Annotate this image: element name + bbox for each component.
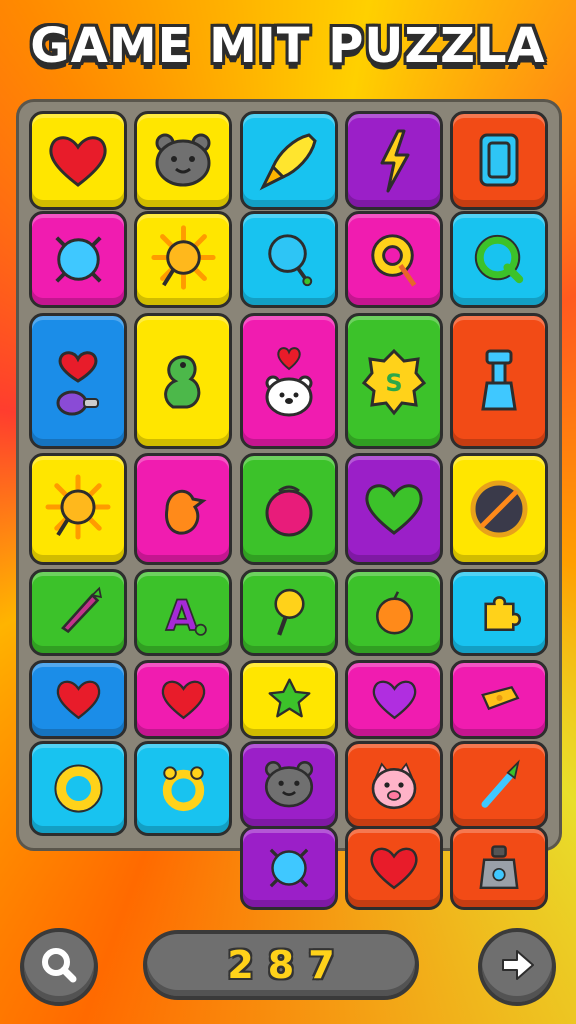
puzzle-tile[interactable]: [450, 313, 548, 449]
ring-icon: [40, 750, 117, 827]
dinosaur-icon: [143, 341, 223, 421]
weight-icon: [466, 835, 532, 901]
puzzle-tile[interactable]: [134, 660, 232, 739]
puzzle-tile[interactable]: [240, 313, 338, 449]
puzzle-tile[interactable]: [345, 660, 443, 739]
game-title: GAME MIT PUZZLA: [30, 18, 546, 74]
heart-icon: [364, 669, 425, 730]
puzzle-tile[interactable]: [450, 660, 548, 739]
orange-fruit-icon: [360, 578, 429, 647]
cheese-icon: [469, 669, 530, 730]
puzzle-tile[interactable]: [29, 569, 127, 656]
puzzle-tile[interactable]: [240, 111, 338, 210]
letter-q-icon: [460, 220, 539, 299]
heart-bear-icon: [249, 341, 329, 421]
puzzle-tile[interactable]: [29, 313, 127, 449]
puzzle-tile[interactable]: [29, 111, 127, 210]
bear-face-icon: [254, 750, 324, 820]
card-icon: [459, 121, 539, 201]
puzzle-tile[interactable]: [345, 111, 443, 210]
puzzle-tile[interactable]: [134, 741, 232, 836]
sun-icon: [38, 469, 118, 549]
puzzle-tile[interactable]: [450, 569, 548, 656]
lightning-icon: [354, 121, 434, 201]
duck-icon: [143, 469, 223, 549]
puzzle-tile[interactable]: [345, 569, 443, 656]
puzzle-tile[interactable]: S: [345, 313, 443, 449]
heart-icon: [48, 669, 109, 730]
rocket-icon: [249, 121, 329, 201]
puzzle-tile[interactable]: [29, 211, 127, 308]
search-icon: [37, 943, 81, 991]
letter-a-icon: A: [149, 578, 218, 647]
puzzle-tile[interactable]: [240, 741, 338, 829]
puzzle-tile[interactable]: [345, 741, 443, 829]
heart-mushroom-icon: [38, 341, 118, 421]
puzzle-tile[interactable]: [29, 660, 127, 739]
puzzle-tile[interactable]: [240, 453, 338, 565]
s-badge-icon: S: [354, 341, 434, 421]
puzzle-tile[interactable]: [240, 826, 338, 910]
pig-face-icon: [359, 750, 429, 820]
bear-face-icon: [143, 121, 223, 201]
heart-icon: [153, 669, 214, 730]
puzzle-piece-icon: [465, 578, 534, 647]
blue-ball-icon: [39, 220, 118, 299]
puzzle-tile[interactable]: [240, 569, 338, 656]
bottle-icon: [459, 341, 539, 421]
balloon-icon: [250, 220, 329, 299]
heart-icon: [354, 469, 434, 549]
berry-icon: [249, 469, 329, 549]
arrow-right-icon: [495, 943, 539, 991]
puzzle-tile[interactable]: [134, 111, 232, 210]
flower-ring-icon: [145, 750, 222, 827]
puzzle-tile[interactable]: A: [134, 569, 232, 656]
puzzle-tile[interactable]: [450, 211, 548, 308]
puzzle-tile[interactable]: [240, 211, 338, 308]
sun-icon: [144, 220, 223, 299]
search-button[interactable]: [20, 928, 98, 1006]
puzzle-tile[interactable]: [450, 826, 548, 910]
compass-icon: [459, 469, 539, 549]
score-value: 287: [227, 943, 349, 987]
heart-icon: [38, 121, 118, 201]
puzzle-tile[interactable]: [29, 453, 127, 565]
heart-icon: [361, 835, 427, 901]
svg-text:A: A: [165, 592, 197, 640]
blue-ball-icon: [256, 835, 322, 901]
puzzle-tile[interactable]: [450, 741, 548, 829]
lollipop-icon: [355, 220, 434, 299]
pin-icon: [255, 578, 324, 647]
puzzle-tile[interactable]: [240, 660, 338, 739]
score-bar: 287: [143, 930, 419, 1000]
star-blob-icon: [259, 669, 320, 730]
puzzle-tile[interactable]: [450, 111, 548, 210]
puzzle-tile[interactable]: [134, 453, 232, 565]
puzzle-tile[interactable]: [450, 453, 548, 565]
puzzle-tile[interactable]: [345, 826, 443, 910]
brush-icon: [464, 750, 534, 820]
puzzle-tile[interactable]: [29, 741, 127, 836]
svg-text:S: S: [385, 369, 402, 397]
puzzle-tile[interactable]: [345, 453, 443, 565]
puzzle-tile[interactable]: [134, 211, 232, 308]
puzzle-tile[interactable]: [134, 313, 232, 449]
carrot-icon: [44, 578, 113, 647]
next-button[interactable]: [478, 928, 556, 1006]
puzzle-tile[interactable]: [345, 211, 443, 308]
